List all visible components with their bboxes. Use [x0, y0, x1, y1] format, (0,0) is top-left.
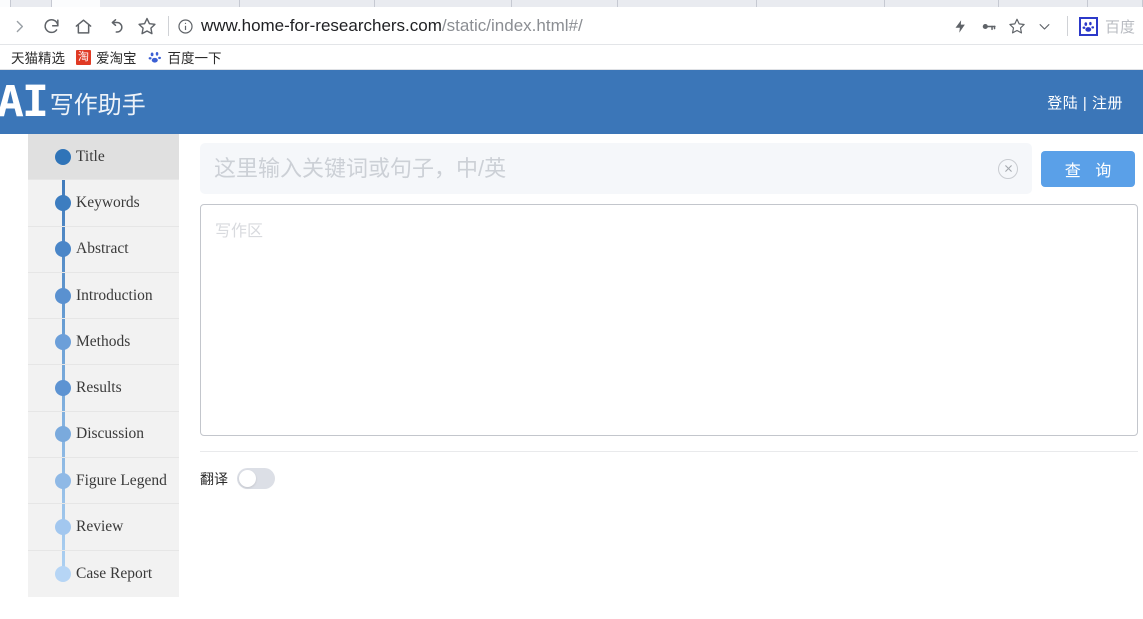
tmall-icon — [0, 50, 6, 64]
sidebar-dot-icon — [55, 380, 71, 397]
taobao-icon: 淘 — [76, 49, 91, 65]
site-header: AI 写作助手 登陆 | 注册 — [0, 70, 1143, 134]
query-button[interactable]: 查 询 — [1041, 150, 1135, 187]
translate-toggle-row: 翻译 — [200, 468, 1135, 489]
sidebar-item-abstract[interactable]: Abstract — [28, 227, 179, 273]
sidebar-item-figure-legend[interactable]: Figure Legend — [28, 458, 179, 505]
brand-chinese-text: 写作助手 — [49, 93, 146, 120]
baidu-paw-icon — [1078, 16, 1098, 36]
sidebar-dot-icon — [55, 519, 71, 536]
main-panel: 查 询 翻译 — [200, 134, 1138, 489]
chevron-down-icon[interactable] — [1032, 12, 1058, 40]
brand-ai-text: AI — [0, 76, 49, 127]
reload-icon[interactable] — [36, 11, 66, 41]
auth-links[interactable]: 登陆 | 注册 — [1047, 92, 1123, 113]
back-undo-icon[interactable] — [100, 11, 130, 41]
sidebar-item-label: Discussion — [76, 425, 145, 443]
bookmark-label: 百度一下 — [167, 51, 222, 66]
brand-logo[interactable]: AI 写作助手 — [0, 76, 146, 127]
browser-tab[interactable] — [1088, 0, 1143, 7]
sidebar-dot-icon — [55, 565, 71, 582]
sidebar-dot-icon — [55, 241, 71, 258]
info-circle-icon[interactable] — [177, 18, 194, 35]
browser-tab[interactable] — [885, 0, 999, 7]
sidebar-item-label: Introduction — [76, 286, 153, 304]
toolbar-divider — [168, 16, 169, 36]
browser-chrome: www.home-for-researchers.com /static/ind… — [0, 0, 1143, 70]
nav-icon-group — [4, 11, 162, 41]
body-area: Title Keywords Abstract Introduction Met… — [0, 134, 1143, 619]
sidebar-dot-icon — [55, 472, 71, 489]
page-content: AI 写作助手 登陆 | 注册 Title Keywords Abstract … — [0, 70, 1143, 619]
sidebar-dot-icon — [55, 194, 71, 211]
browser-tab[interactable] — [375, 0, 512, 7]
sidebar-item-introduction[interactable]: Introduction — [28, 273, 179, 320]
bookmark-tmall[interactable]: 天猫精选 — [0, 47, 65, 67]
forward-arrow-icon[interactable] — [4, 11, 34, 41]
search-input[interactable] — [200, 144, 1032, 193]
star-icon[interactable] — [1004, 12, 1030, 40]
lightning-icon[interactable] — [948, 12, 974, 40]
browser-tab[interactable] — [240, 0, 375, 7]
translate-toggle-label: 翻译 — [200, 470, 228, 487]
url-domain: www.home-for-researchers.com — [201, 16, 442, 35]
clear-circle-x-icon[interactable] — [998, 158, 1018, 179]
sidebar-item-label: Review — [76, 518, 124, 536]
browser-tab[interactable] — [100, 0, 240, 7]
sidebar-item-case-report[interactable]: Case Report — [28, 551, 179, 597]
sidebar-item-label: Results — [76, 379, 122, 397]
bookmark-baidu[interactable]: 百度一下 — [148, 47, 222, 67]
url-path: /static/index.html#/ — [441, 16, 583, 35]
sidebar-item-label: Figure Legend — [76, 471, 167, 489]
browser-tab[interactable] — [757, 0, 885, 7]
key-icon[interactable] — [976, 12, 1002, 40]
baidu-extension-button[interactable]: 百度 — [1077, 16, 1135, 37]
sidebar-item-methods[interactable]: Methods — [28, 319, 179, 366]
url-bar[interactable]: www.home-for-researchers.com /static/ind… — [177, 11, 948, 41]
toggle-knob — [239, 470, 256, 487]
home-icon[interactable] — [68, 11, 98, 41]
browser-tab[interactable] — [512, 0, 618, 7]
baidu-extension-label: 百度 — [1104, 18, 1135, 36]
sidebar-item-label: Case Report — [76, 564, 153, 582]
bookmark-label: 爱淘宝 — [96, 51, 137, 66]
sidebar-item-keywords[interactable]: Keywords — [28, 180, 179, 227]
sidebar-item-label: Title — [76, 147, 105, 165]
sidebar-item-discussion[interactable]: Discussion — [28, 412, 179, 459]
bookmarks-bar: 天猫精选 淘 爱淘宝 百度一下 — [0, 45, 1143, 70]
sidebar-item-label: Abstract — [76, 240, 129, 258]
writing-area-textarea[interactable] — [200, 204, 1138, 436]
sidebar-dot-icon — [55, 148, 71, 165]
browser-tab[interactable] — [618, 0, 757, 7]
bookmark-taobao[interactable]: 淘 爱淘宝 — [76, 47, 137, 67]
bookmark-star-icon[interactable] — [132, 11, 162, 41]
sidebar-item-review[interactable]: Review — [28, 504, 179, 551]
baidu-paw-icon — [148, 50, 163, 65]
tab-strip — [0, 0, 1143, 8]
sidebar-item-title[interactable]: Title — [28, 134, 179, 181]
sidebar-dot-icon — [55, 333, 71, 350]
toolbar-divider-2 — [1066, 16, 1068, 36]
section-divider — [200, 451, 1138, 452]
toolbar-right-group: 百度 — [948, 12, 1135, 40]
search-box — [200, 143, 1032, 194]
browser-tab[interactable] — [10, 0, 52, 7]
sidebar-item-label: Keywords — [76, 193, 140, 211]
search-row: 查 询 — [200, 143, 1135, 194]
translate-toggle[interactable] — [237, 468, 275, 489]
bookmark-label: 天猫精选 — [11, 51, 65, 66]
sidebar-dot-icon — [55, 287, 71, 304]
sidebar-item-results[interactable]: Results — [28, 365, 179, 412]
browser-tab[interactable] — [999, 0, 1088, 7]
sidebar-dot-icon — [55, 426, 71, 443]
sidebar-item-label: Methods — [76, 332, 131, 350]
sidebar: Title Keywords Abstract Introduction Met… — [28, 134, 179, 597]
browser-toolbar: www.home-for-researchers.com /static/ind… — [0, 8, 1143, 45]
